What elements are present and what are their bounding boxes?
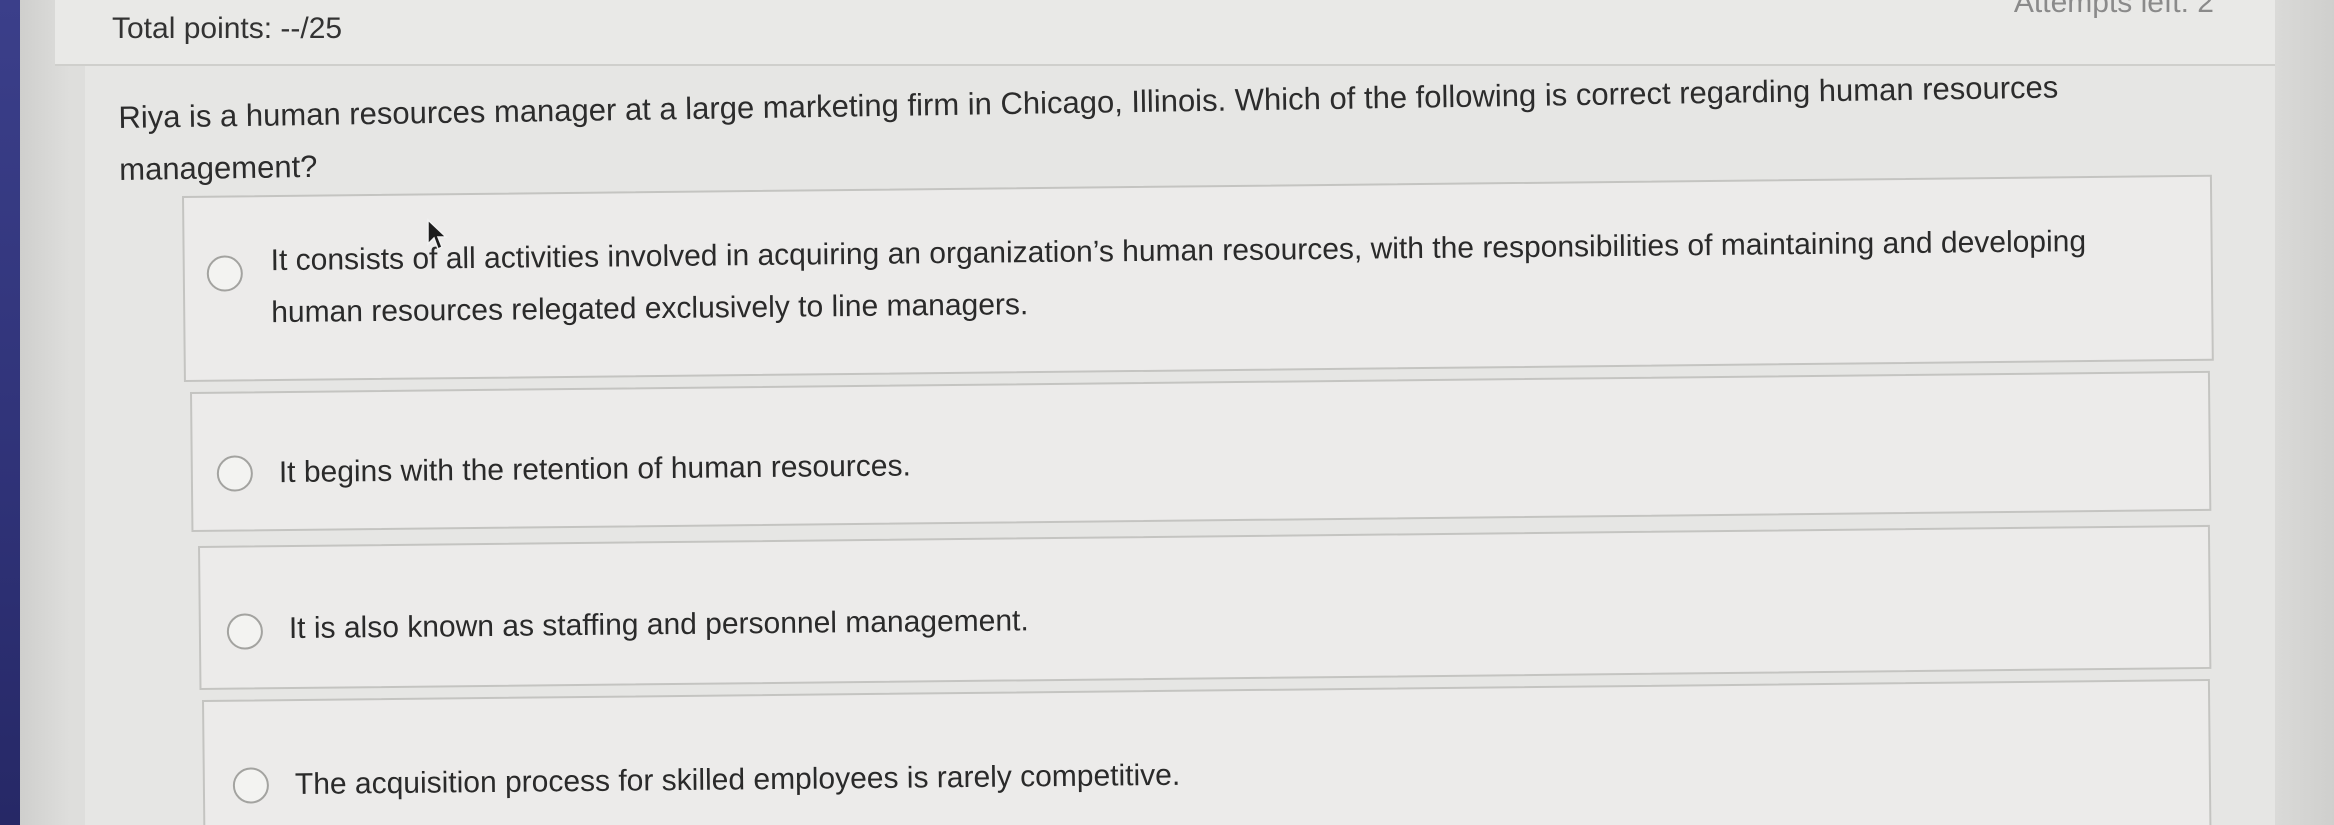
answer-option-3[interactable]: It is also known as staffing and personn… — [198, 524, 2212, 690]
mouse-pointer-icon — [427, 218, 448, 251]
answer-option-1[interactable]: It consists of all activities involved i… — [182, 174, 2214, 382]
answer-option-2[interactable]: It begins with the retention of human re… — [190, 370, 2212, 532]
answer-option-4-label: The acquisition process for skilled empl… — [294, 758, 1181, 802]
answer-option-2-label: It begins with the retention of human re… — [278, 449, 912, 490]
radio-button-icon[interactable] — [226, 613, 264, 650]
quiz-header — [55, 0, 2275, 66]
radio-button-icon[interactable] — [232, 767, 270, 804]
attempts-left-label: Attempts left: 2 — [2013, 0, 2214, 19]
quiz-screen: Total points: --/25 Attempts left: 2 Riy… — [0, 0, 2334, 825]
total-points-label: Total points: --/25 — [112, 12, 343, 45]
answer-option-1-label: It consists of all activities involved i… — [270, 225, 2087, 330]
answer-option-4[interactable]: The acquisition process for skilled empl… — [202, 678, 2212, 825]
radio-button-icon[interactable] — [216, 455, 254, 492]
answer-option-3-label: It is also known as staffing and personn… — [288, 604, 1029, 646]
window-left-edge — [0, 0, 20, 825]
radio-button-icon[interactable] — [206, 255, 244, 292]
